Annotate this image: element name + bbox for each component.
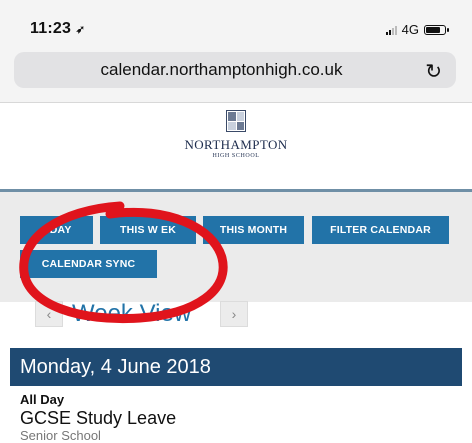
logo-name: NORTHAMPTON [184,137,288,152]
filter-calendar-button[interactable]: FILTER CALENDAR [312,216,449,244]
this-week-button[interactable]: THIS W EK [100,216,196,244]
this-month-button[interactable]: THIS MONTH [203,216,304,244]
network-type: 4G [401,22,419,37]
calendar-sync-button[interactable]: CALENDAR SYNC [20,250,157,278]
battery-icon [424,24,449,35]
signal-icon [385,25,397,35]
day-header: Monday, 4 June 2018 [10,348,462,386]
today-button[interactable]: ODAY [20,216,93,244]
status-indicators: 4G [385,22,449,37]
next-week-button[interactable]: › [220,301,248,327]
week-view-title: Week View [72,300,192,327]
logo-subtitle: HIGH SCHOOL [212,153,260,159]
previous-week-button[interactable]: ‹ [35,301,63,327]
event-title[interactable]: GCSE Study Leave [20,408,176,429]
crest-icon [226,110,246,132]
school-logo[interactable]: NORTHAMPTON HIGH SCHOOL [0,110,472,159]
event-time: All Day [20,392,65,407]
reload-icon[interactable]: ↻ [425,59,442,84]
browser-toolbar: calendar.northamptonhigh.co.uk ↻ [0,46,472,103]
status-time: 11:23 ➶ [30,20,86,37]
location-arrow-icon: ➶ [75,24,86,36]
address-bar[interactable]: calendar.northamptonhigh.co.uk ↻ [14,52,456,88]
event-location: Senior School [20,428,101,443]
url-text[interactable]: calendar.northamptonhigh.co.uk [14,60,429,80]
status-bar: 11:23 ➶ 4G [0,0,472,46]
calendar-toolbar: ODAY THIS W EK THIS MONTH FILTER CALENDA… [0,189,472,302]
